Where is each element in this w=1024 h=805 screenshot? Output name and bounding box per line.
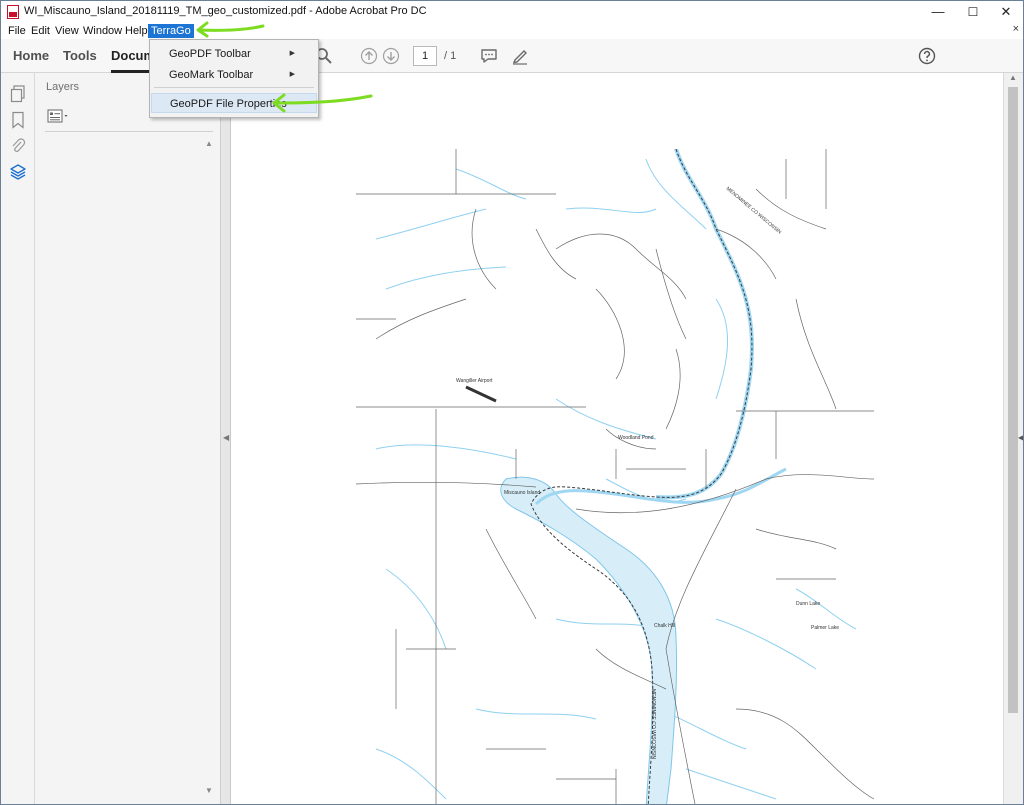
app-window: WI_Miscauno_Island_20181119_TM_geo_custo… bbox=[0, 0, 1024, 805]
map-label-pond: Woodland Pond bbox=[618, 435, 654, 441]
comment-icon[interactable] bbox=[480, 47, 498, 65]
doc-scroll-up-icon[interactable]: ▲ bbox=[1009, 73, 1017, 82]
next-page-icon[interactable] bbox=[382, 47, 400, 65]
scroll-down-icon[interactable]: ▼ bbox=[205, 786, 213, 795]
scroll-up-icon[interactable]: ▲ bbox=[205, 139, 213, 148]
doc-scroll-thumb[interactable] bbox=[1008, 87, 1018, 713]
submenu-arrow-icon: ▶ bbox=[289, 50, 295, 57]
menu-bar: File Edit View Window Help TerraGo × bbox=[1, 23, 1023, 39]
previous-page-icon[interactable] bbox=[360, 47, 378, 65]
menu-window[interactable]: Window bbox=[80, 24, 125, 38]
map-label-lake1: Dunn Lake bbox=[796, 601, 820, 607]
menu-help[interactable]: Help bbox=[122, 24, 151, 38]
layers-divider bbox=[45, 131, 213, 132]
menu-item-geomark-toolbar-label: GeoMark Toolbar bbox=[169, 69, 254, 81]
topographic-map[interactable]: Wangiller Airport Woodland Pond Miscauno… bbox=[356, 149, 874, 805]
menu-item-geopdf-toolbar[interactable]: GeoPDF Toolbar ▶ bbox=[151, 44, 317, 64]
menu-terrago[interactable]: TerraGo bbox=[148, 24, 194, 38]
navigation-rail bbox=[1, 73, 35, 804]
collapse-panel-icon[interactable]: ◀ bbox=[223, 433, 229, 442]
menu-view[interactable]: View bbox=[52, 24, 82, 38]
layers-panel: Layers ▲ ▼ bbox=[35, 73, 221, 804]
bookmark-icon[interactable] bbox=[10, 111, 26, 129]
minimize-button[interactable]: — bbox=[921, 1, 955, 23]
menu-item-geomark-toolbar[interactable]: GeoMark Toolbar ▶ bbox=[151, 65, 317, 85]
layers-scrollbar[interactable]: ▲ ▼ bbox=[203, 137, 215, 797]
expand-right-pane-icon[interactable]: ◀ bbox=[1018, 433, 1023, 442]
map-label-river-s: MENOMINEE CO WISCONSIN bbox=[650, 689, 656, 759]
menu-item-geopdf-file-properties[interactable]: GeoPDF File Properties bbox=[151, 93, 317, 113]
tab-tools[interactable]: Tools bbox=[63, 48, 97, 63]
layer-options-icon[interactable] bbox=[47, 109, 71, 123]
document-view[interactable]: Wangiller Airport Woodland Pond Miscauno… bbox=[232, 73, 1003, 805]
map-label-island: Miscauno Island bbox=[504, 490, 540, 496]
attachment-icon[interactable] bbox=[10, 137, 26, 155]
page-number-input[interactable]: 1 bbox=[413, 46, 437, 66]
menu-item-geopdf-toolbar-label: GeoPDF Toolbar bbox=[169, 48, 251, 60]
maximize-button[interactable]: ☐ bbox=[956, 1, 990, 23]
terrago-menu: GeoPDF Toolbar ▶ GeoMark Toolbar ▶ GeoPD… bbox=[149, 39, 319, 118]
menu-separator bbox=[154, 87, 314, 88]
window-title: WI_Miscauno_Island_20181119_TM_geo_custo… bbox=[24, 5, 427, 17]
map-label-river-ne: MENOMINEE CO WISCONSIN bbox=[725, 186, 783, 236]
layers-panel-title: Layers bbox=[46, 81, 80, 93]
menu-file[interactable]: File bbox=[5, 24, 29, 38]
help-icon[interactable] bbox=[918, 47, 936, 65]
document-scrollbar[interactable]: ▲ ◀ bbox=[1003, 73, 1023, 804]
page-total: / 1 bbox=[444, 50, 457, 62]
close-document-button[interactable]: × bbox=[1013, 23, 1019, 35]
map-label-airport: Wangiller Airport bbox=[456, 378, 493, 384]
tab-home[interactable]: Home bbox=[13, 48, 49, 63]
menu-item-geopdf-file-properties-label: GeoPDF File Properties bbox=[170, 98, 287, 110]
panel-splitter[interactable]: ◀ bbox=[221, 73, 231, 804]
layers-icon[interactable] bbox=[10, 163, 26, 181]
title-bar: WI_Miscauno_Island_20181119_TM_geo_custo… bbox=[1, 1, 1023, 23]
menu-edit[interactable]: Edit bbox=[28, 24, 53, 38]
close-window-button[interactable]: ✕ bbox=[989, 1, 1023, 23]
map-label-lake2: Palmer Lake bbox=[811, 625, 839, 631]
map-label-hill: Chalk Hill bbox=[654, 623, 675, 629]
page-thumbnails-icon[interactable] bbox=[10, 85, 26, 103]
submenu-arrow-icon: ▶ bbox=[289, 71, 295, 78]
pen-sign-icon[interactable] bbox=[511, 47, 529, 65]
pdf-file-icon bbox=[7, 5, 19, 19]
